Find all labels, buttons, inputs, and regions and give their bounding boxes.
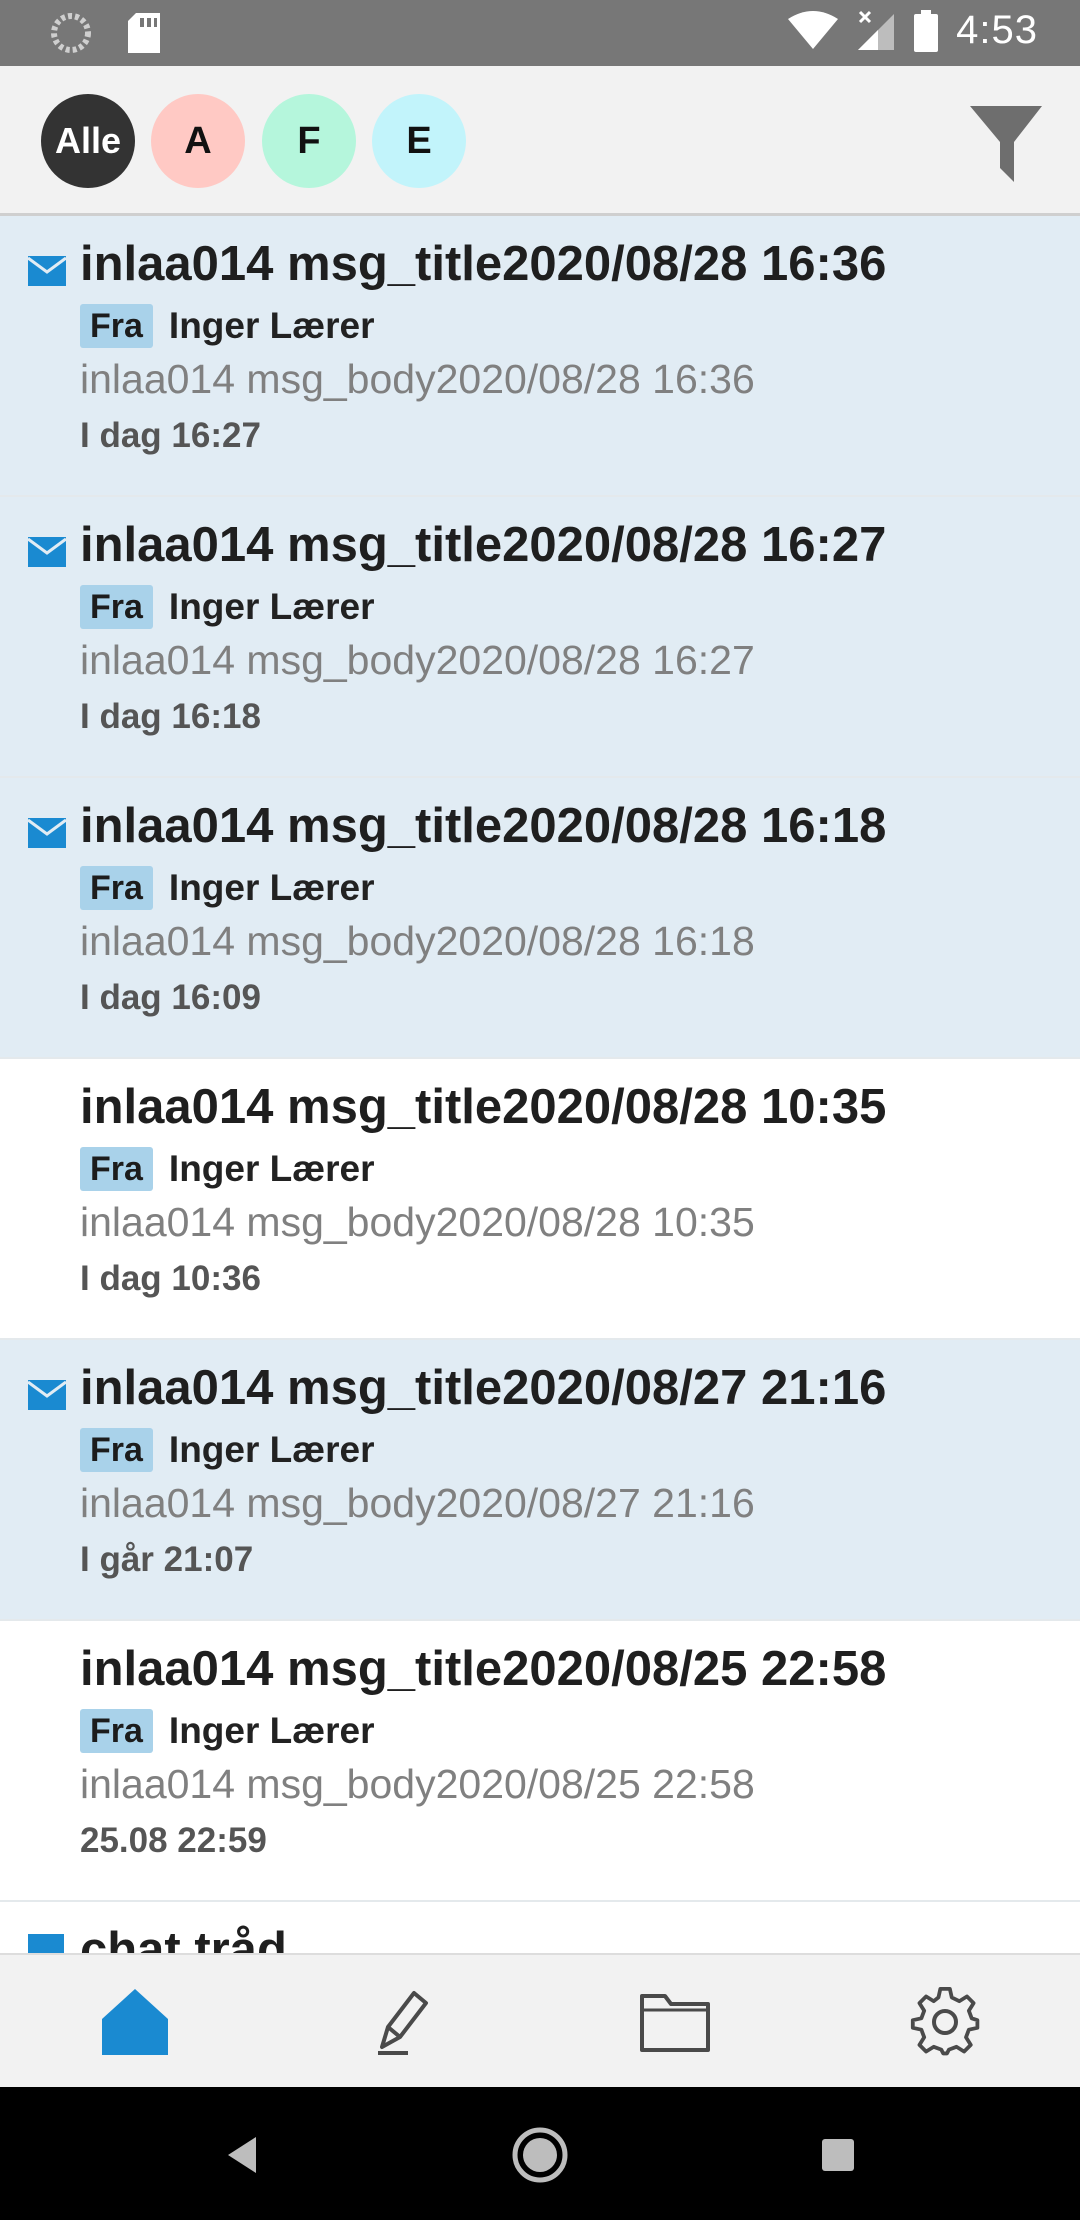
back-icon <box>228 2137 256 2173</box>
message-from: Fra Inger Lærer <box>80 1428 375 1472</box>
sync-icon <box>51 13 91 53</box>
wifi-icon <box>788 10 839 49</box>
message-item[interactable]: inlaa014 msg_title2020/08/27 21:16 Fra I… <box>0 1340 1080 1621</box>
system-nav-bar <box>0 2087 1080 2220</box>
sender-name: Inger Lærer <box>168 1148 375 1189</box>
nav-compose[interactable] <box>358 1977 448 2067</box>
bottom-nav <box>0 1953 1080 2087</box>
sender-name: Inger Lærer <box>168 1429 375 1470</box>
message-item[interactable]: inlaa014 msg_title2020/08/25 22:58 Fra I… <box>0 1621 1080 1902</box>
message-title: inlaa014 msg_title2020/08/28 10:35 <box>80 1080 887 1134</box>
filter-chip-e[interactable]: E <box>372 94 466 188</box>
envelope-icon <box>28 1380 66 1410</box>
message-time: 25.08 22:59 <box>80 1821 267 1860</box>
home-circle-icon <box>512 2127 568 2183</box>
home-icon <box>102 1989 168 2055</box>
sender-name: Inger Lærer <box>168 867 375 908</box>
filter-bar: Alle A F E <box>0 66 1080 216</box>
sd-card-icon <box>128 13 160 53</box>
message-time: I dag 16:27 <box>80 416 261 455</box>
message-item[interactable]: chat tråd <box>0 1902 1080 1953</box>
message-list: inlaa014 msg_title2020/08/28 16:36 Fra I… <box>0 216 1080 1953</box>
home-button[interactable] <box>500 2115 580 2195</box>
message-item[interactable]: inlaa014 msg_title2020/08/28 16:27 Fra I… <box>0 497 1080 778</box>
message-from: Fra Inger Lærer <box>80 585 375 629</box>
message-item[interactable]: inlaa014 msg_title2020/08/28 16:36 Fra I… <box>0 216 1080 497</box>
status-bar: 4:53 <box>0 0 1080 66</box>
sender-name: Inger Lærer <box>168 586 375 627</box>
clock: 4:53 <box>956 8 1038 52</box>
message-title: inlaa014 msg_title2020/08/28 16:18 <box>80 799 887 853</box>
message-preview: inlaa014 msg_body2020/08/25 22:58 <box>80 1761 755 1807</box>
folder-icon <box>640 1994 710 2052</box>
recents-button[interactable] <box>798 2115 878 2195</box>
signal-icon <box>858 10 895 50</box>
message-time: I dag 16:18 <box>80 697 261 736</box>
filter-chip-f[interactable]: F <box>262 94 356 188</box>
message-time: I går 21:07 <box>80 1540 254 1579</box>
message-time: I dag 16:09 <box>80 978 261 1017</box>
sender-name: Inger Lærer <box>168 1710 375 1751</box>
message-from: Fra Inger Lærer <box>80 1147 375 1191</box>
envelope-icon <box>28 256 66 286</box>
message-preview: inlaa014 msg_body2020/08/28 16:18 <box>80 918 755 964</box>
recents-icon <box>822 2139 854 2171</box>
from-badge: Fra <box>80 304 153 348</box>
message-preview: inlaa014 msg_body2020/08/28 10:35 <box>80 1199 755 1245</box>
filter-chip-a[interactable]: A <box>151 94 245 188</box>
funnel-icon[interactable] <box>970 104 1042 184</box>
message-item[interactable]: inlaa014 msg_title2020/08/28 16:18 Fra I… <box>0 778 1080 1059</box>
envelope-icon <box>28 537 66 567</box>
message-preview: inlaa014 msg_body2020/08/28 16:27 <box>80 637 755 683</box>
message-title: inlaa014 msg_title2020/08/27 21:16 <box>80 1361 887 1415</box>
from-badge: Fra <box>80 1709 153 1753</box>
message-title: inlaa014 msg_title2020/08/25 22:58 <box>80 1642 887 1696</box>
message-from: Fra Inger Lærer <box>80 866 375 910</box>
message-title: chat tråd <box>80 1923 287 1953</box>
nav-settings[interactable] <box>900 1977 990 2067</box>
back-button[interactable] <box>202 2115 282 2195</box>
envelope-icon <box>28 818 66 848</box>
battery-icon <box>914 9 939 52</box>
nav-home[interactable] <box>90 1977 180 2067</box>
pencil-icon <box>378 1991 428 2055</box>
nav-folders[interactable] <box>630 1977 720 2067</box>
message-from: Fra Inger Lærer <box>80 304 375 348</box>
sender-name: Inger Lærer <box>168 305 375 346</box>
gear-icon <box>910 1986 980 2056</box>
message-preview: inlaa014 msg_body2020/08/28 16:36 <box>80 356 755 402</box>
message-item[interactable]: inlaa014 msg_title2020/08/28 10:35 Fra I… <box>0 1059 1080 1340</box>
message-title: inlaa014 msg_title2020/08/28 16:36 <box>80 237 887 291</box>
envelope-icon <box>28 1934 64 1953</box>
from-badge: Fra <box>80 1428 153 1472</box>
from-badge: Fra <box>80 1147 153 1191</box>
from-badge: Fra <box>80 585 153 629</box>
message-title: inlaa014 msg_title2020/08/28 16:27 <box>80 518 887 572</box>
filter-chip-all[interactable]: Alle <box>41 94 135 188</box>
message-from: Fra Inger Lærer <box>80 1709 375 1753</box>
message-preview: inlaa014 msg_body2020/08/27 21:16 <box>80 1480 755 1526</box>
message-time: I dag 10:36 <box>80 1259 261 1298</box>
from-badge: Fra <box>80 866 153 910</box>
